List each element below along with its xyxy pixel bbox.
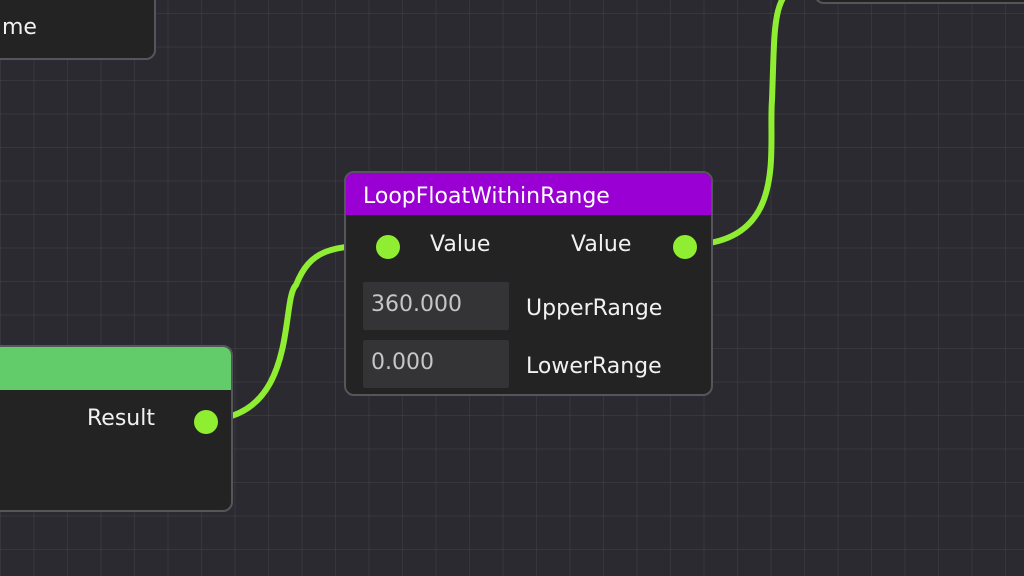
node-header[interactable]: LoopFloatWithinRange — [346, 173, 711, 215]
top-left-node[interactable]: me — [0, 0, 156, 60]
upper-range-label: UpperRange — [526, 296, 663, 321]
output-label-result: Result — [87, 406, 155, 431]
result-node[interactable]: Result — [0, 345, 233, 512]
node-title: LoopFloatWithinRange — [363, 184, 610, 209]
input-port-value[interactable] — [376, 235, 400, 259]
output-port-result[interactable] — [194, 410, 218, 434]
upper-range-input[interactable]: 360.000 — [363, 282, 509, 330]
loop-float-within-range-node[interactable]: LoopFloatWithinRange Value Value 360.000… — [344, 171, 713, 396]
lower-range-input[interactable]: 0.000 — [363, 340, 509, 388]
graph-canvas[interactable]: me LoopFloatWithinRange Value Value 360.… — [0, 0, 1024, 576]
input-label-value: Value — [430, 232, 491, 257]
top-left-node-label: me — [2, 15, 37, 40]
output-label-value: Value — [571, 232, 632, 257]
lower-range-label: LowerRange — [526, 354, 662, 379]
result-node-header[interactable] — [0, 347, 231, 390]
output-port-value[interactable] — [673, 235, 697, 259]
top-right-node[interactable] — [814, 0, 1024, 4]
